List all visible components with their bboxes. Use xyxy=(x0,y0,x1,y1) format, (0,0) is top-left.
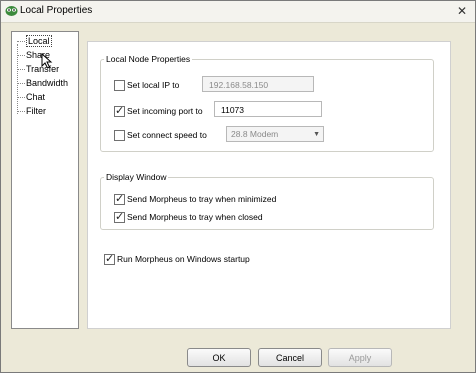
local-ip-label: Set local IP to xyxy=(127,80,180,90)
tree-branch xyxy=(17,83,25,85)
run-on-startup-checkbox-row[interactable]: Run Morpheus on Windows startup xyxy=(104,252,250,266)
local-ip-checkbox[interactable] xyxy=(114,79,125,91)
nav-item-local[interactable]: Local xyxy=(17,35,52,48)
ok-button[interactable]: OK xyxy=(187,348,251,367)
group-legend: Display Window xyxy=(106,172,167,182)
apply-button[interactable]: Apply xyxy=(328,348,392,367)
nav-item-label: Bandwidth xyxy=(26,78,69,88)
local-ip-checkbox-row[interactable]: Set local IP to xyxy=(114,78,179,92)
title-bar: Local Properties ✕ xyxy=(1,1,475,23)
tree-branch xyxy=(17,55,25,57)
connect-speed-checkbox[interactable] xyxy=(114,129,125,141)
incoming-port-label: Set incoming port to xyxy=(127,106,203,116)
connect-speed-value: 28.8 Modem xyxy=(231,129,279,139)
local-ip-field[interactable]: 192.168.58.150 xyxy=(202,76,314,92)
nav-item-bandwidth[interactable]: Bandwidth xyxy=(17,77,68,90)
incoming-port-checkbox-row[interactable]: Set incoming port to xyxy=(114,104,203,118)
local-properties-window: Local Properties ✕ Local Share Transfer … xyxy=(0,0,476,373)
run-on-startup-label: Run Morpheus on Windows startup xyxy=(117,254,250,264)
tray-minimized-label: Send Morpheus to tray when minimized xyxy=(127,194,277,204)
morpheus-app-icon xyxy=(5,6,18,16)
window-title: Local Properties xyxy=(20,5,93,16)
tree-branch xyxy=(17,69,25,71)
nav-item-filter[interactable]: Filter xyxy=(17,105,46,118)
run-on-startup-checkbox[interactable] xyxy=(104,252,115,265)
incoming-port-field[interactable]: 11073 xyxy=(214,101,322,117)
connect-speed-label: Set connect speed to xyxy=(127,130,207,140)
tray-minimized-checkbox-row[interactable]: Send Morpheus to tray when minimized xyxy=(114,192,276,206)
tree-branch xyxy=(17,41,25,43)
close-icon[interactable]: ✕ xyxy=(455,4,469,18)
connect-speed-checkbox-row[interactable]: Set connect speed to xyxy=(114,128,207,142)
nav-item-label: Chat xyxy=(26,92,46,102)
tray-closed-label: Send Morpheus to tray when closed xyxy=(127,212,263,222)
tree-branch xyxy=(17,97,25,99)
tray-minimized-checkbox[interactable] xyxy=(114,192,125,205)
settings-nav-tree: Local Share Transfer Bandwidth Chat Filt… xyxy=(11,31,79,329)
settings-panel: Local Node Properties Set local IP to 19… xyxy=(87,41,451,329)
nav-item-chat[interactable]: Chat xyxy=(17,91,45,104)
group-legend: Local Node Properties xyxy=(106,54,191,64)
chevron-down-icon: ▼ xyxy=(313,131,320,138)
mouse-pointer-icon xyxy=(41,53,53,69)
nav-item-label: Local xyxy=(26,35,52,47)
connect-speed-dropdown[interactable]: 28.8 Modem ▼ xyxy=(226,126,324,142)
tray-closed-checkbox[interactable] xyxy=(114,210,125,223)
incoming-port-checkbox[interactable] xyxy=(114,104,125,117)
tree-branch xyxy=(17,111,25,113)
cancel-button[interactable]: Cancel xyxy=(258,348,322,367)
tray-closed-checkbox-row[interactable]: Send Morpheus to tray when closed xyxy=(114,210,263,224)
nav-item-label: Filter xyxy=(26,106,46,116)
